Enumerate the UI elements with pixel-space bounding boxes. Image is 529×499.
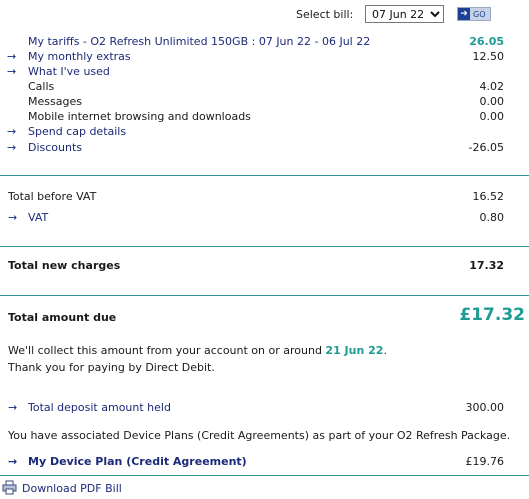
arrow-right-icon: → [7,50,17,63]
divider [0,475,529,476]
arrow-right-icon: → [8,401,18,414]
total-new-charges-label: Total new charges [8,259,121,272]
go-button[interactable]: ➜ GO [457,7,491,21]
direct-debit-thanks: Thank you for paying by Direct Debit. [8,361,215,374]
deposit-link[interactable]: Total deposit amount held [28,401,171,414]
printer-icon[interactable] [2,480,17,495]
monthly-extras-value: 12.50 [472,50,505,63]
what-ive-used-link[interactable]: What I've used [28,65,110,78]
arrow-right-icon: → [8,455,18,468]
collect-text-end: . [383,344,387,357]
tariffs-value: 26.05 [469,35,504,48]
device-plan-note: You have associated Device Plans (Credit… [8,429,511,442]
total-before-vat-label: Total before VAT [8,190,97,203]
deposit-value: 300.00 [465,401,505,414]
download-pdf-link[interactable]: Download PDF Bill [22,482,122,495]
arrow-right-icon: → [8,211,18,224]
mobile-internet-value: 0.00 [479,110,505,123]
collect-info: We'll collect this amount from your acco… [8,344,387,357]
messages-value: 0.00 [479,95,505,108]
device-plan-link[interactable]: My Device Plan (Credit Agreement) [28,455,247,468]
divider [0,246,529,247]
select-bill-label: Select bill: [296,8,354,21]
arrow-right-icon: → [7,125,17,138]
discounts-value: -26.05 [468,141,504,154]
go-label: GO [473,10,486,19]
collect-date: 21 Jun 22 [325,344,384,357]
total-amount-due-value: £17.32 [459,305,525,325]
arrow-right-icon: → [7,65,17,78]
vat-link[interactable]: VAT [28,211,48,224]
total-amount-due-label: Total amount due [8,311,117,324]
collect-text: We'll collect this amount from your acco… [8,344,326,357]
monthly-extras-link[interactable]: My monthly extras [28,50,131,63]
bill-select[interactable]: 07 Jun 22 [365,5,444,23]
vat-value: 0.80 [479,211,505,224]
calls-label: Calls [28,80,55,93]
messages-label: Messages [28,95,82,108]
mobile-internet-label: Mobile internet browsing and downloads [28,110,251,123]
device-plan-value: £19.76 [465,455,505,468]
arrow-right-icon: → [7,141,17,154]
divider [0,295,529,296]
discounts-link[interactable]: Discounts [28,141,82,154]
arrow-right-icon: ➜ [458,8,470,20]
divider [0,175,529,176]
spend-cap-link[interactable]: Spend cap details [28,125,126,138]
calls-value: 4.02 [479,80,505,93]
total-new-charges-value: 17.32 [469,259,504,272]
total-before-vat-value: 16.52 [472,190,505,203]
tariffs-label: My tariffs - O2 Refresh Unlimited 150GB … [28,35,371,48]
